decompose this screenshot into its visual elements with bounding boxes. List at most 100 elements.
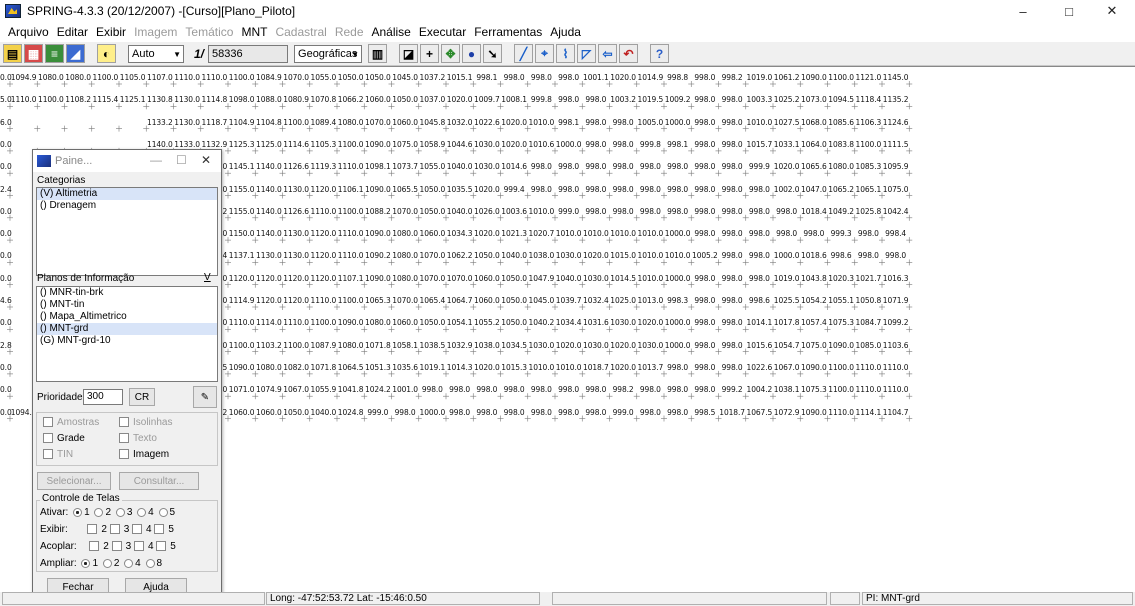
categorias-list[interactable]: (V) Altimetria () Drenagem xyxy=(36,187,218,276)
grid-cell: 1110.0 xyxy=(201,73,228,82)
list-item[interactable]: () Drenagem xyxy=(37,200,217,212)
menu-editar[interactable]: Editar xyxy=(53,25,92,39)
spring-app-icon xyxy=(37,155,51,167)
menu-arquivo[interactable]: Arquivo xyxy=(4,25,53,39)
ativar-radio-5[interactable] xyxy=(158,507,168,517)
grid-cell: 1051.3 xyxy=(365,362,391,372)
ampliar-radio-1[interactable] xyxy=(81,558,91,568)
isolinhas-checkbox[interactable]: Isolinhas xyxy=(119,417,172,428)
planos-visible-button[interactable]: V xyxy=(204,272,211,283)
imagem-checkbox[interactable]: Imagem xyxy=(119,449,169,460)
exibir-check-4[interactable] xyxy=(132,524,143,535)
grid-cell: 1020.3 xyxy=(828,273,854,283)
menu-cadastral[interactable]: Cadastral xyxy=(271,25,330,39)
exibir-check-2[interactable] xyxy=(87,524,98,535)
ampliar-radio-4[interactable] xyxy=(124,558,134,568)
grid-toggle-icon[interactable]: ▥ xyxy=(368,44,388,63)
scale-input[interactable]: 58336 xyxy=(208,44,289,63)
texto-checkbox[interactable]: Texto xyxy=(119,433,157,444)
tin-checkbox[interactable]: TIN xyxy=(43,449,73,460)
grid-cell: 1040.0 xyxy=(501,251,527,261)
maximize-button[interactable]: □ xyxy=(1046,0,1092,22)
minimize-button[interactable]: – xyxy=(1000,0,1046,22)
ampliar-radio-2[interactable] xyxy=(102,558,112,568)
layers-icon[interactable]: ≡ xyxy=(45,44,64,63)
grid-cell: 1065.6 xyxy=(801,162,827,172)
grid-cell: 1114.8 xyxy=(201,95,228,105)
ativar-radio-2[interactable] xyxy=(94,507,104,517)
ampliar-radio-8[interactable] xyxy=(145,558,155,568)
menu-exibir[interactable]: Exibir xyxy=(92,25,130,39)
menu-tematico[interactable]: Temático xyxy=(181,25,237,39)
menu-rede[interactable]: Rede xyxy=(331,25,368,39)
draw-icon[interactable]: ◢ xyxy=(66,44,85,63)
selecionar-button[interactable]: Selecionar... xyxy=(37,472,111,490)
cursor-cross-icon[interactable]: + xyxy=(420,44,440,63)
acoplar-check-4[interactable] xyxy=(133,541,144,552)
zoom-mode-select[interactable]: Auto ▼ xyxy=(128,44,184,63)
ativar-radio-1[interactable] xyxy=(73,507,83,517)
acoplar-check-3[interactable] xyxy=(111,541,122,552)
prioridade-input[interactable]: 300 xyxy=(83,389,123,405)
consultar-button[interactable]: Consultar... xyxy=(119,472,199,490)
grid-cell: 998.0 xyxy=(721,362,743,372)
pointer-icon[interactable]: ➘ xyxy=(483,44,503,63)
grid-cell: 998.0 xyxy=(639,206,661,216)
arrow-left-icon[interactable]: ⇦ xyxy=(598,44,618,63)
menu-analise[interactable]: Análise xyxy=(368,25,415,39)
grid-cell: 1074.9 xyxy=(256,385,282,395)
grid-cell: 1114.1 xyxy=(855,407,882,417)
exibir-check-3[interactable] xyxy=(109,524,120,535)
list-item[interactable]: () Mapa_Altimetrico xyxy=(37,311,217,323)
grid-cell: 998.0 xyxy=(721,251,743,261)
list-item[interactable]: () MNR-tin-brk xyxy=(37,287,217,299)
grid-cell: 998.0 xyxy=(721,229,743,239)
grid-cell: 1026.0 xyxy=(474,206,500,216)
minimize-icon[interactable]: — xyxy=(150,153,162,167)
edit-node-icon[interactable]: ⌇ xyxy=(556,44,576,63)
close-icon[interactable]: ✕ xyxy=(201,153,211,167)
list-item[interactable]: (G) MNT-grd-10 xyxy=(37,335,217,347)
cr-button[interactable]: CR xyxy=(129,388,155,406)
grid-cell: 1072.9 xyxy=(773,407,800,417)
ativar-radio-3[interactable] xyxy=(115,507,125,517)
menu-executar[interactable]: Executar xyxy=(415,25,470,39)
grid-cell: 1020.0 xyxy=(474,229,500,239)
database-icon[interactable]: ▦ xyxy=(24,44,43,63)
menu-ferramentas[interactable]: Ferramentas xyxy=(470,25,546,39)
list-item[interactable]: () MNT-grd xyxy=(37,323,217,335)
edit-point-icon[interactable]: ⌖ xyxy=(535,44,555,63)
open-project-icon[interactable]: ▤ xyxy=(3,44,22,63)
close-button[interactable]: ✕ xyxy=(1089,0,1135,22)
acoplar-check-2[interactable] xyxy=(89,541,100,552)
grid-cell: 1010.0 xyxy=(528,206,555,216)
grade-checkbox[interactable]: Grade xyxy=(43,433,85,444)
grid-cell: 1030.0 xyxy=(474,139,500,149)
amostras-checkbox[interactable]: Amostras xyxy=(43,417,99,428)
help-icon[interactable]: ? xyxy=(650,44,670,63)
planos-list[interactable]: () MNR-tin-brk () MNT-tin () Mapa_Altime… xyxy=(36,286,218,382)
grid-cell: 1110.0 xyxy=(337,251,364,261)
zoom-area-icon[interactable]: ◪ xyxy=(399,44,419,63)
undo-icon[interactable]: ↶ xyxy=(619,44,639,63)
menu-imagem[interactable]: Imagem xyxy=(130,25,181,39)
edit-line-icon[interactable]: ╱ xyxy=(514,44,534,63)
ativar-radio-4[interactable] xyxy=(137,507,147,517)
display-icon[interactable]: ◐ xyxy=(97,44,116,63)
list-item[interactable]: (V) Altimetria xyxy=(37,188,217,200)
title-bar: SPRING-4.3.3 (20/12/2007) -[Curso][Plano… xyxy=(0,0,1135,22)
grid-cell: 1110.0 xyxy=(855,385,882,395)
color-pencil-icon[interactable]: ✎ xyxy=(193,386,217,408)
grid-cell: 998.0 xyxy=(721,139,743,149)
menu-mnt[interactable]: MNT xyxy=(237,25,271,39)
acoplar-check-5[interactable] xyxy=(156,541,167,552)
projection-select[interactable]: Geográficas ▼ xyxy=(294,44,363,63)
maximize-icon[interactable]: ☐ xyxy=(176,153,187,167)
list-item[interactable]: () MNT-tin xyxy=(37,299,217,311)
info-icon[interactable]: ● xyxy=(462,44,482,63)
edit-area-icon[interactable]: ◸ xyxy=(577,44,597,63)
exibir-check-5[interactable] xyxy=(154,524,165,535)
grid-cell: 1100.0 xyxy=(283,117,309,127)
menu-ajuda[interactable]: Ajuda xyxy=(546,25,585,39)
pan-icon[interactable]: ✥ xyxy=(441,44,461,63)
